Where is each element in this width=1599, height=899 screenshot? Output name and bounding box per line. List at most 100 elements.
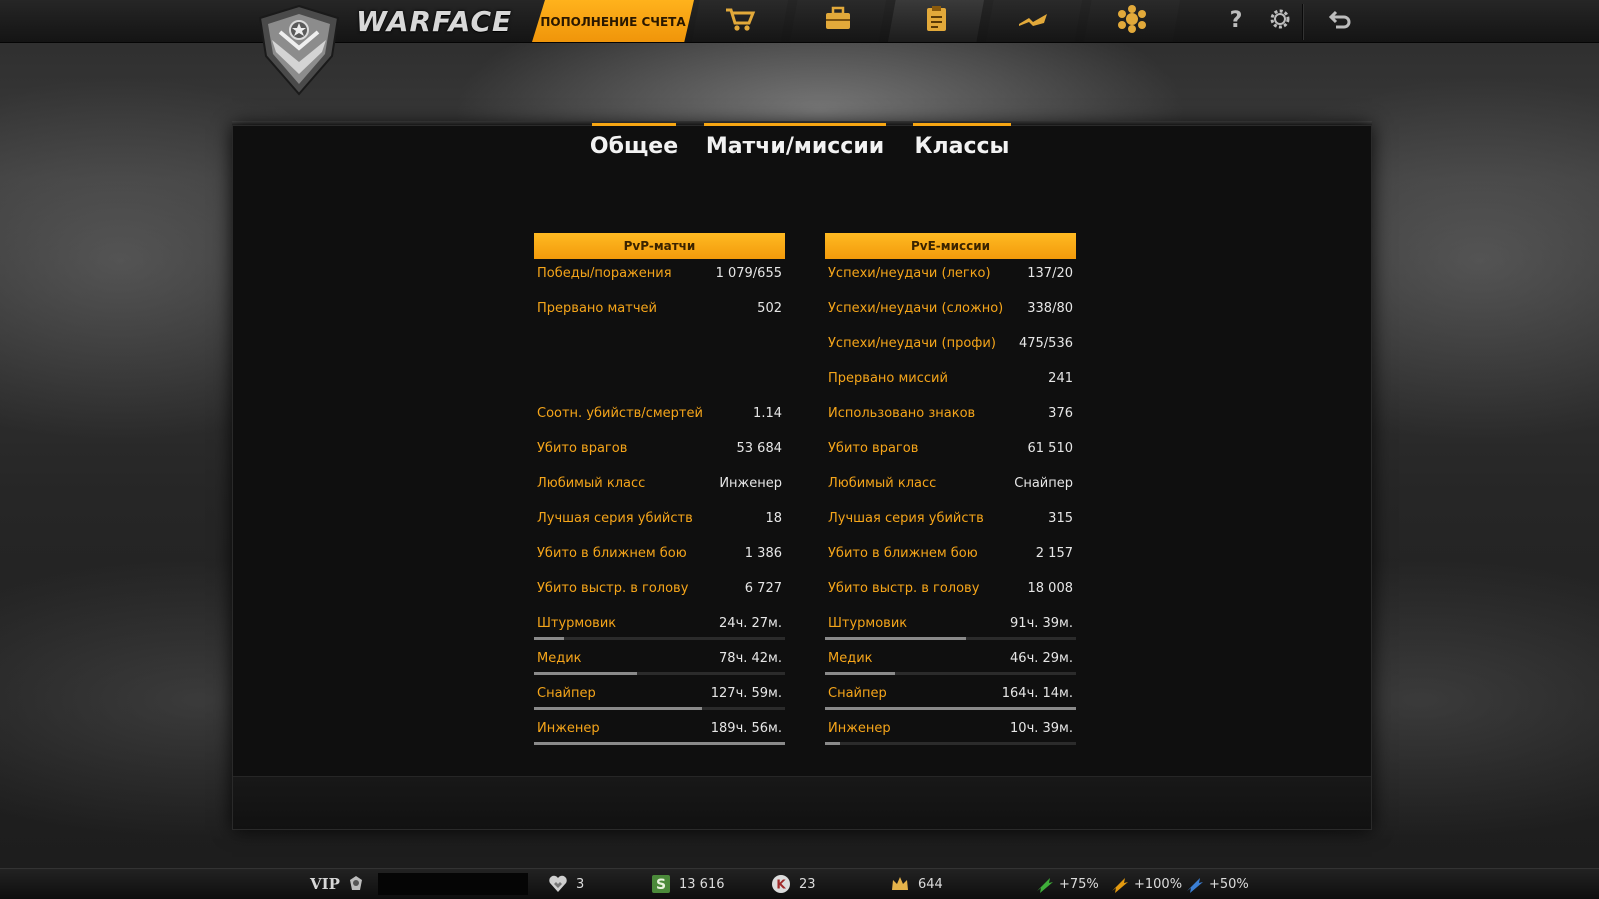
tab-general-indicator	[592, 123, 676, 126]
stat-value: 2 157	[1035, 546, 1073, 561]
table-row: Успехи/неудачи (профи) 475/536	[825, 329, 1076, 364]
table-row: Убито выстр. в голову 6 727	[534, 574, 785, 609]
playtime-bar	[534, 707, 785, 710]
sp-boost-icon	[1185, 874, 1205, 894]
warbucks-balance: S 13 616	[651, 871, 725, 897]
stat-label: Успехи/неудачи (сложно)	[828, 301, 1004, 316]
class-playtime-row: Снайпер 164ч. 14м.	[825, 679, 1076, 714]
xp-boost-icon	[1035, 874, 1055, 894]
class-playtime: 189ч. 56м.	[710, 721, 782, 736]
xp-boost: +75%	[1035, 871, 1099, 897]
stat-label: Убито выстр. в голову	[828, 581, 980, 596]
class-playtime-row: Инженер 189ч. 56м.	[534, 714, 785, 749]
achievements-button[interactable]	[1084, 0, 1180, 42]
stat-label: Прервано матчей	[537, 301, 657, 316]
stat-label: Соотн. убийств/смертей	[537, 406, 703, 421]
tab-classes[interactable]: Классы	[913, 123, 1011, 166]
tab-general[interactable]: Общее	[589, 123, 679, 166]
crowns-amount: 644	[918, 876, 943, 892]
class-label: Медик	[828, 651, 873, 666]
stat-label: Любимый класс	[537, 476, 646, 491]
tab-matches-missions-label: Матчи/миссии	[705, 133, 885, 159]
tab-general-label: Общее	[589, 133, 679, 159]
playtime-bar-fill	[825, 637, 966, 640]
stat-label: Любимый класс	[828, 476, 937, 491]
table-row: Успехи/неудачи (сложно) 338/80	[825, 294, 1076, 329]
vip-badge-icon	[346, 874, 366, 894]
table-spacer	[534, 364, 785, 399]
stat-label: Убито врагов	[537, 441, 628, 456]
class-label: Снайпер	[537, 686, 596, 701]
playtime-bar	[825, 707, 1076, 710]
stat-value: Снайпер	[1014, 476, 1073, 491]
pvp-stats-table: PvP-матчи Победы/поражения 1 079/655 Прер…	[534, 233, 785, 749]
stat-label: Убито врагов	[828, 441, 919, 456]
stat-value: 137/20	[1027, 266, 1073, 281]
class-playtime-row: Снайпер 127ч. 59м.	[534, 679, 785, 714]
stat-label: Лучшая серия убийств	[537, 511, 693, 526]
kredits-balance: K 23	[771, 871, 816, 897]
stat-value: 338/80	[1027, 301, 1073, 316]
stat-label: Прервано миссий	[828, 371, 948, 386]
class-label: Медик	[537, 651, 582, 666]
money-boost: +100%	[1110, 871, 1182, 897]
panel-footer	[233, 776, 1371, 829]
table-row: Прервано матчей 502	[534, 294, 785, 329]
class-label: Штурмовик	[537, 616, 617, 631]
exit-button[interactable]	[1323, 4, 1357, 38]
stat-label: Использовано знаков	[828, 406, 976, 421]
topup-account-button[interactable]: ПОПОЛНЕНИЕ СЧЕТА	[532, 0, 694, 42]
settings-button[interactable]	[1263, 4, 1297, 38]
table-row: Убито в ближнем бою 1 386	[534, 539, 785, 574]
playtime-bar-fill	[534, 742, 785, 745]
kredits-icon: K	[771, 874, 791, 894]
shop-button[interactable]	[692, 0, 788, 42]
class-playtime: 91ч. 39м.	[1010, 616, 1073, 631]
inventory-button[interactable]	[790, 0, 886, 42]
table-row: Лучшая серия убийств 18	[534, 504, 785, 539]
heart-shield-icon	[548, 874, 568, 894]
table-row: Прервано миссий 241	[825, 364, 1076, 399]
stat-value: 18 008	[1027, 581, 1074, 596]
class-playtime-row: Штурмовик 24ч. 27м.	[534, 609, 785, 644]
pvp-header: PvP-матчи	[534, 233, 785, 259]
sp-boost: +50%	[1185, 871, 1249, 897]
game-logo-text: WARFACE	[356, 5, 513, 38]
warface-emblem-logo	[252, 2, 346, 98]
stat-value: 1 386	[744, 546, 782, 561]
topup-account-label: ПОПОЛНЕНИЕ СЧЕТА	[540, 15, 686, 29]
table-row: Любимый класс Инженер	[534, 469, 785, 504]
cart-icon	[723, 4, 757, 38]
tab-matches-missions-indicator	[704, 123, 886, 126]
stat-value: 315	[1048, 511, 1073, 526]
playtime-bar	[825, 672, 1076, 675]
table-row: Убито в ближнем бою 2 157	[825, 539, 1076, 574]
vip-status[interactable]: VIP	[310, 871, 374, 897]
crowns-balance: 644	[890, 871, 943, 897]
stat-label: Убито в ближнем бою	[828, 546, 978, 561]
kredits-amount: 23	[799, 876, 816, 892]
help-button[interactable]: ?	[1219, 4, 1253, 38]
bottom-status-bar: VIP 3 S 13 616 K 23 644 +75% +100% +50%	[0, 868, 1599, 899]
table-spacer	[534, 329, 785, 364]
svg-text:?: ?	[1230, 8, 1243, 32]
playtime-bar	[534, 637, 785, 640]
back-arrow-icon	[1327, 6, 1353, 36]
rank-count: 3	[576, 876, 585, 892]
crown-icon	[890, 874, 910, 894]
class-playtime-row: Медик 46ч. 29м.	[825, 644, 1076, 679]
playtime-bar-fill	[534, 637, 565, 640]
player-name-box	[378, 873, 528, 895]
playtime-bar	[825, 637, 1076, 640]
briefcase-icon	[821, 4, 855, 38]
class-playtime-row: Штурмовик 91ч. 39м.	[825, 609, 1076, 644]
topbar-divider	[1302, 4, 1304, 40]
tab-matches-missions[interactable]: Матчи/миссии	[704, 123, 886, 166]
tab-classes-indicator	[913, 123, 1011, 126]
achievement-badge-icon	[1115, 4, 1149, 38]
stats-button[interactable]	[888, 0, 984, 42]
playtime-bar-fill	[534, 707, 703, 710]
playtime-bar-fill	[825, 672, 896, 675]
pve-stats-table: PvE-миссии Успехи/неудачи (легко) 137/20 …	[825, 233, 1076, 749]
rank-button[interactable]	[986, 0, 1082, 42]
